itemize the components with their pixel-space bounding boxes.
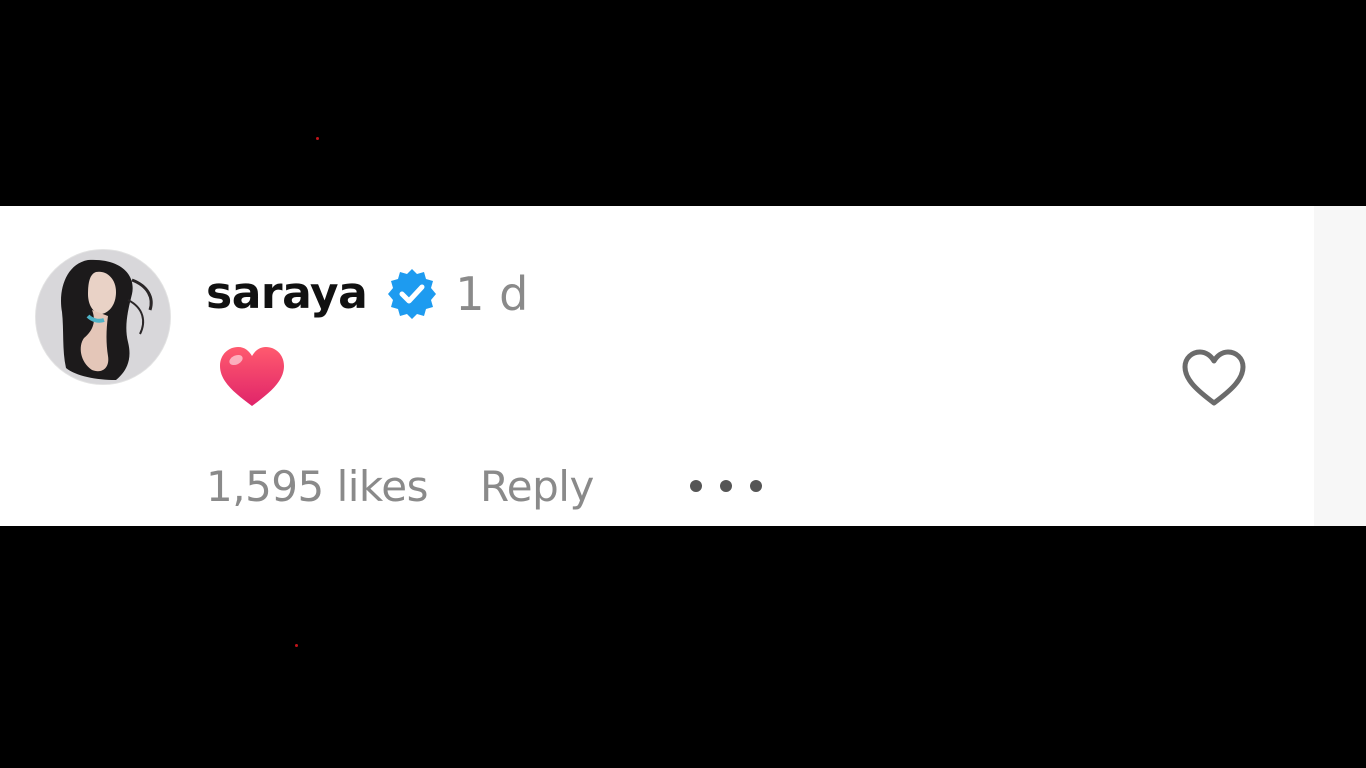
comment-actions: 1,595 likes Reply — [206, 456, 762, 516]
verified-badge-icon — [385, 267, 439, 321]
likes-count-link[interactable]: 1,595 likes — [206, 462, 428, 511]
heart-outline-icon — [1182, 349, 1246, 406]
comment-timestamp: 1 d — [455, 267, 529, 321]
avatar-photo — [36, 250, 170, 384]
dot — [749, 480, 762, 492]
reply-button[interactable]: Reply — [480, 462, 594, 511]
heart-emoji — [216, 344, 288, 410]
scrollbar-track — [1314, 206, 1366, 526]
more-options-icon[interactable] — [689, 471, 762, 501]
avatar[interactable] — [36, 250, 170, 384]
top-black-band — [0, 0, 1366, 206]
dot — [689, 480, 702, 492]
dot — [719, 480, 732, 492]
comment-header: saraya 1 d — [206, 264, 528, 324]
red-speck — [316, 137, 319, 140]
red-speck — [295, 644, 298, 647]
comment-row: saraya 1 d 1,595 likes Reply — [0, 206, 1366, 526]
username-link[interactable]: saraya — [206, 272, 368, 316]
like-comment-button[interactable] — [1180, 348, 1248, 408]
bottom-black-band — [0, 526, 1366, 768]
